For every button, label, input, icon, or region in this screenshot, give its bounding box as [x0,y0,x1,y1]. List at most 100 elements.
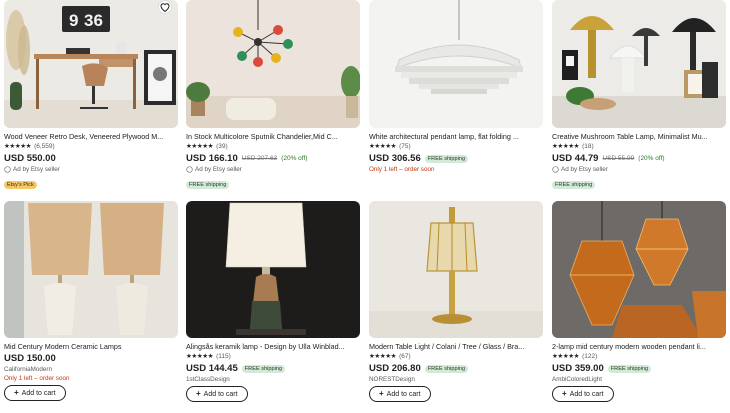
favorite-button[interactable] [158,0,172,14]
product-card[interactable]: Alingsås keramik lamp - Design by Ulla W… [186,201,360,402]
ad-label: Ad by Etsy seller [4,166,178,173]
product-rating: ★★★★★ (39) [186,142,360,151]
product-card[interactable]: 2-lamp mid century modern wooden pendant… [552,201,726,402]
free-shipping-badge: FREE shipping [424,154,469,163]
product-price: USD 44.79 [552,153,599,164]
ad-info-icon [4,166,11,173]
discount-label: (20% off) [638,155,665,162]
star-rating-icon: ★★★★★ [552,143,580,150]
review-count: (39) [216,143,228,150]
pendant-lamp-illustration [369,0,543,128]
add-to-cart-button[interactable]: + Add to cart [4,385,66,401]
product-card[interactable]: Creative Mushroom Table Lamp, Minimalist… [552,0,726,191]
add-to-cart-button[interactable]: + Add to cart [369,386,431,402]
desk-scene-illustration: 9 36 [4,0,178,128]
review-count: (122) [582,353,598,360]
star-rating-icon: ★★★★★ [369,143,397,150]
plus-icon: + [196,389,201,398]
product-image-table-light[interactable] [369,201,543,338]
product-title[interactable]: Modern Table Light / Colani / Tree / Gla… [369,342,543,351]
star-rating-icon: ★★★★★ [186,353,214,360]
star-rating-icon: ★★★★★ [186,143,214,150]
product-card[interactable]: White architectural pendant lamp, flat f… [369,0,543,173]
table-light-illustration [369,201,543,338]
review-count: (75) [399,143,411,150]
clock-hours: 9 [69,11,78,30]
heart-icon [160,3,170,13]
product-image-wooden-pendant[interactable] [552,201,726,338]
product-price: USD 359.00 [552,363,604,374]
shop-name[interactable]: AmbiColoredLight [552,376,726,383]
product-image-pendant-lamp[interactable] [369,0,543,128]
review-count: (67) [399,353,411,360]
product-image-mushroom-lamp[interactable] [552,0,726,128]
shop-name[interactable]: 1stClassDesign [186,376,360,383]
free-shipping-badge: FREE shipping [552,181,596,189]
keramik-lamp-illustration [186,201,360,338]
product-price: USD 306.56 [369,153,421,164]
product-title[interactable]: Wood Veneer Retro Desk, Veneered Plywood… [4,132,178,141]
product-title[interactable]: White architectural pendant lamp, flat f… [369,132,543,141]
price-row: USD 550.00 [4,153,178,164]
product-rating: ★★★★★ (18) [552,142,726,151]
star-rating-icon: ★★★★★ [4,143,32,150]
product-title[interactable]: Creative Mushroom Table Lamp, Minimalist… [552,132,726,141]
free-shipping-badge: FREE shipping [186,181,230,189]
review-count: (18) [582,143,594,150]
product-card[interactable]: In Stock Multicolore Sputnik Chandelier,… [186,0,360,191]
discount-label: (20% off) [281,155,308,162]
star-rating-icon: ★★★★★ [369,353,397,360]
product-image-desk[interactable]: 9 36 [4,0,178,128]
price-row: USD 306.56 FREE shipping [369,153,543,164]
star-rating-icon: ★★★★★ [552,353,580,360]
product-price: USD 144.45 [186,363,238,374]
product-price: USD 166.10 [186,153,238,164]
ad-label: Ad by Etsy seller [552,166,726,173]
stock-warning: Only 1 left – order soon [369,166,435,173]
plus-icon: + [562,389,567,398]
original-price: USD 207.63 [241,155,278,162]
plus-icon: + [379,389,384,398]
ad-info-icon [186,166,193,173]
product-card[interactable]: 9 36 Wood Veneer Retro Desk, Veneered Pl… [4,0,178,191]
plus-icon: + [14,388,19,397]
shop-name[interactable]: CaliforniaModern [4,366,178,373]
mushroom-lamp-illustration [552,0,726,128]
stock-warning: Only 1 left – order soon [4,375,70,382]
product-title[interactable]: In Stock Multicolore Sputnik Chandelier,… [186,132,360,141]
product-price: USD 206.80 [369,363,421,374]
product-title[interactable]: 2-lamp mid century modern wooden pendant… [552,342,726,351]
ad-info-icon [552,166,559,173]
product-rating: ★★★★★ (67) [369,352,543,361]
product-title[interactable]: Alingsås keramik lamp - Design by Ulla W… [186,342,360,351]
product-card[interactable]: Modern Table Light / Colani / Tree / Gla… [369,201,543,402]
price-row: USD 206.80 FREE shipping [369,363,543,374]
price-row: USD 150.00 [4,353,178,364]
product-image-ceramic-lamps[interactable] [4,201,178,338]
product-image-sputnik-chandelier[interactable] [186,0,360,128]
product-rating: ★★★★★ (6,559) [4,142,178,151]
price-row: USD 359.00 FREE shipping [552,363,726,374]
add-to-cart-button[interactable]: + Add to cart [186,386,248,402]
shop-name[interactable]: NORESTDesign [369,376,543,383]
price-row: USD 166.10 USD 207.63 (20% off) [186,153,360,164]
price-row: USD 44.79 USD 55.99 (20% off) [552,153,726,164]
price-row: USD 144.45 FREE shipping [186,363,360,374]
product-card[interactable]: Mid Century Modern Ceramic Lamps USD 150… [4,201,178,401]
product-rating: ★★★★★ (115) [186,352,360,361]
original-price: USD 55.99 [602,155,635,162]
ad-label: Ad by Etsy seller [186,166,360,173]
product-rating: ★★★★★ (75) [369,142,543,151]
product-title[interactable]: Mid Century Modern Ceramic Lamps [4,342,178,351]
wooden-pendant-illustration [552,201,726,338]
review-count: (6,559) [34,143,55,150]
free-shipping-badge: FREE shipping [424,364,469,373]
chandelier-illustration [186,0,360,128]
review-count: (115) [216,353,231,360]
product-price: USD 150.00 [4,353,56,364]
ceramic-lamps-illustration [4,201,178,338]
add-to-cart-button[interactable]: + Add to cart [552,386,614,402]
product-image-keramik-lamp[interactable] [186,201,360,338]
product-rating: ★★★★★ (122) [552,352,726,361]
product-price: USD 550.00 [4,153,56,164]
